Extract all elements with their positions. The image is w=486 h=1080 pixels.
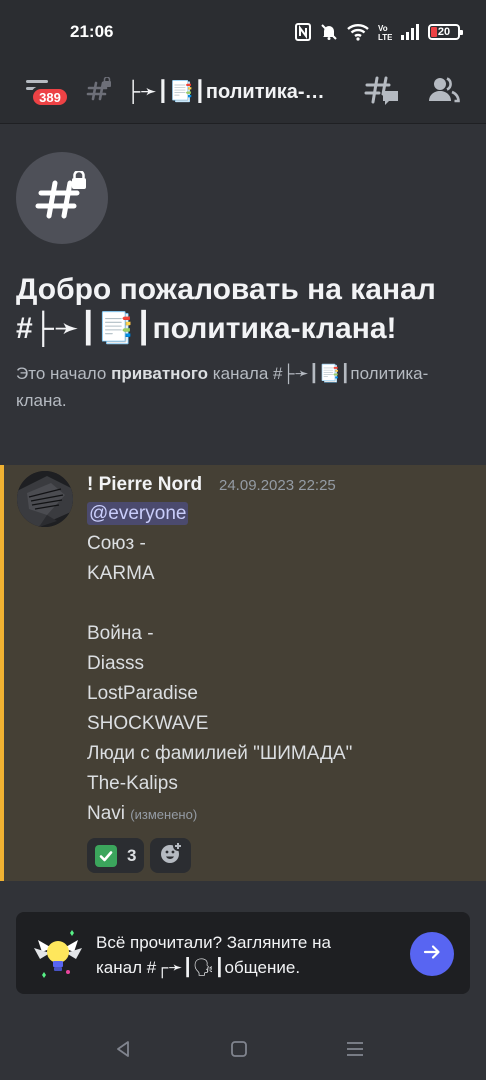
message-line: @everyone: [87, 499, 477, 529]
unread-badge: 389: [30, 86, 70, 108]
members-icon[interactable]: [428, 75, 460, 110]
banner-text: Всё прочитали? Загляните на канал #┌➛┃🗣┃…: [96, 930, 396, 980]
banner-line-1: Всё прочитали? Загляните на: [96, 933, 331, 952]
channel-welcome-icon: [16, 152, 108, 244]
message-line: [87, 589, 477, 619]
message-line: LostParadise: [87, 683, 198, 704]
message-line: Люди с фамилией "ШИМАДА": [87, 743, 353, 764]
avatar[interactable]: [17, 471, 73, 527]
message-author[interactable]: ! Pierre Nord: [87, 474, 202, 496]
message-line: Navi (изменено): [87, 799, 477, 829]
reaction-check[interactable]: 3: [87, 838, 145, 873]
battery-level: 20: [437, 26, 451, 38]
message-line: The-Kalips: [87, 773, 178, 794]
status-icons: Vo LTE 20: [295, 20, 463, 44]
back-icon[interactable]: [114, 1040, 132, 1058]
message-line: SHOCKWAVE: [87, 713, 209, 734]
channel-title[interactable]: ├➛┃📑┃политика-…: [126, 79, 341, 104]
highlighted-message[interactable]: ! Pierre Nord 24.09.2023 22:25 @everyone…: [0, 465, 486, 881]
channel-header: 389 ├➛┃📑┃политика-…: [0, 60, 486, 124]
system-nav-bar: [0, 1018, 486, 1080]
banner-line-2: канал #┌➛┃🗣┃общение.: [96, 958, 301, 977]
message-line: KARMA: [87, 563, 155, 584]
wifi-icon: [347, 23, 369, 41]
status-bar: 21:06 Vo LTE 20: [0, 0, 486, 60]
welcome-title: Добро пожаловать на канал #├➛┃📑┃политика…: [16, 273, 436, 345]
message-line: Союз -: [87, 533, 146, 554]
arrow-right-icon: [422, 942, 442, 967]
edited-label: (изменено): [130, 807, 198, 822]
message-timestamp: 24.09.2023 22:25: [219, 477, 336, 494]
signal-icon: [401, 24, 419, 40]
check-mark-emoji-icon: [95, 844, 117, 867]
go-to-channel-button[interactable]: [410, 932, 454, 976]
welcome-subtitle-prefix: Это начало: [16, 364, 112, 383]
locked-hash-icon: [86, 76, 112, 110]
welcome-subtitle: Это начало приватного канала #├➛┃📑┃полит…: [16, 360, 436, 414]
svg-text:LTE: LTE: [378, 33, 392, 41]
add-reaction-icon: [159, 841, 183, 870]
lightbulb-wings-icon: [32, 926, 84, 985]
threads-icon[interactable]: [364, 74, 400, 113]
svg-text:Vo: Vo: [378, 24, 388, 33]
battery-icon: 20: [428, 24, 463, 40]
status-time: 21:06: [70, 22, 114, 41]
message-content: @everyone Союз - KARMA Война - Diasss Lo…: [87, 499, 477, 829]
welcome-subtitle-bold: приватного: [111, 364, 209, 383]
add-reaction-button[interactable]: [150, 838, 192, 873]
home-icon[interactable]: [230, 1040, 248, 1058]
locked-hash-icon: [35, 169, 89, 226]
message-last-line: Navi: [87, 803, 126, 824]
nfc-icon: [295, 23, 311, 41]
everyone-mention[interactable]: @everyone: [87, 502, 189, 525]
recents-icon[interactable]: [345, 1040, 365, 1058]
next-channel-banner[interactable]: Всё прочитали? Загляните на канал #┌➛┃🗣┃…: [16, 912, 470, 994]
message-line: Diasss: [87, 653, 145, 674]
menu-button[interactable]: 389: [22, 72, 70, 112]
mute-icon: [320, 23, 338, 41]
volte-icon: Vo LTE: [378, 23, 392, 41]
reactions-row: 3: [87, 838, 192, 873]
message-line: Война -: [87, 623, 154, 644]
reaction-count: 3: [127, 845, 137, 865]
